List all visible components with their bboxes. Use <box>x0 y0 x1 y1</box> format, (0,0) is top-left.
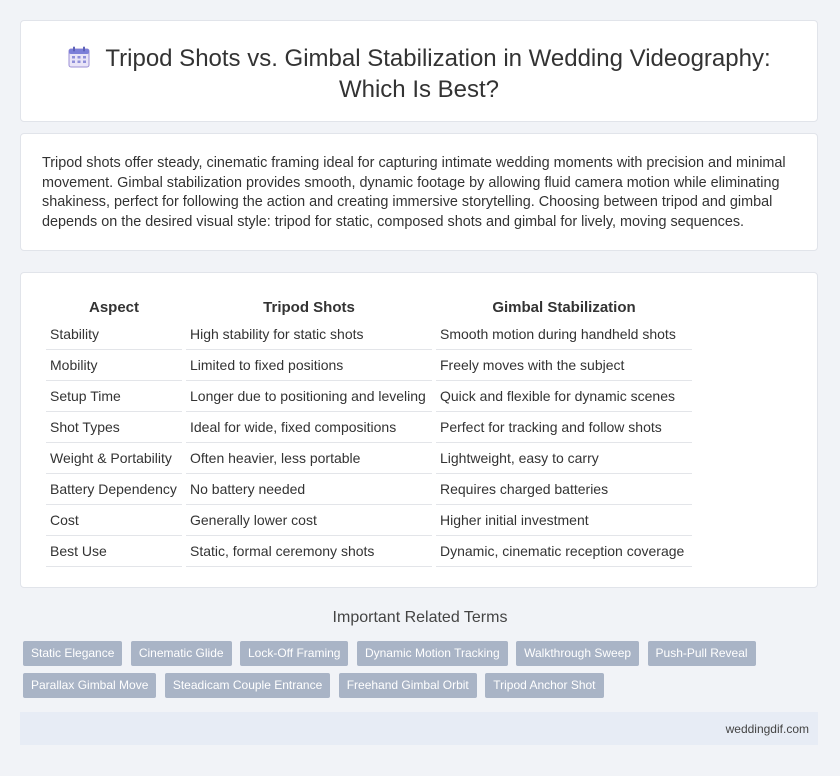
cell-gimbal: Freely moves with the subject <box>436 350 692 381</box>
tag-tripod-anchor-shot[interactable]: Tripod Anchor Shot <box>485 673 604 698</box>
cell-gimbal: Perfect for tracking and follow shots <box>436 412 692 443</box>
cell-gimbal: Quick and flexible for dynamic scenes <box>436 381 692 412</box>
cell-gimbal: Smooth motion during handheld shots <box>436 319 692 350</box>
intro-text: Tripod shots offer steady, cinematic fra… <box>42 155 786 230</box>
cell-gimbal: Dynamic, cinematic reception coverage <box>436 536 692 567</box>
tag-walkthrough-sweep[interactable]: Walkthrough Sweep <box>516 641 640 666</box>
table-row: Weight & Portability Often heavier, less… <box>46 443 692 474</box>
related-terms-title: Important Related Terms <box>332 609 508 626</box>
tag-dynamic-motion-tracking[interactable]: Dynamic Motion Tracking <box>356 641 508 666</box>
cell-aspect: Setup Time <box>46 381 182 412</box>
cell-aspect: Stability <box>46 319 182 350</box>
tag-push-pull-reveal[interactable]: Push-Pull Reveal <box>647 641 756 666</box>
cell-tripod: Ideal for wide, fixed compositions <box>186 412 432 443</box>
table-row: Cost Generally lower cost Higher initial… <box>46 505 692 536</box>
cell-aspect: Mobility <box>46 350 182 381</box>
intro-card: Tripod shots offer steady, cinematic fra… <box>20 133 818 251</box>
header-tripod: Tripod Shots <box>263 298 355 316</box>
cell-tripod: Longer due to positioning and leveling <box>186 381 432 412</box>
cell-gimbal: Higher initial investment <box>436 505 692 536</box>
tag-freehand-gimbal-orbit[interactable]: Freehand Gimbal Orbit <box>338 673 477 698</box>
cell-tripod: High stability for static shots <box>186 319 432 350</box>
table-row: Stability High stability for static shot… <box>46 319 692 350</box>
title-line-2: Which Is Best? <box>338 76 500 103</box>
related-terms-list: Static Elegance Cinematic Glide Lock-Off… <box>23 641 803 705</box>
cell-tripod: Often heavier, less portable <box>186 443 432 474</box>
cell-aspect: Best Use <box>46 536 182 567</box>
page-title: Tripod Shots vs. Gimbal Stabilization in… <box>21 43 817 105</box>
tag-static-elegance[interactable]: Static Elegance <box>23 641 123 666</box>
footer: weddingdif.com <box>20 712 818 745</box>
comparison-table: Aspect Tripod Shots Gimbal Stabilization… <box>42 295 696 567</box>
comparison-card: Aspect Tripod Shots Gimbal Stabilization… <box>20 272 818 588</box>
calendar-icon <box>68 46 90 68</box>
header-aspect: Aspect <box>88 298 140 316</box>
table-row: Setup Time Longer due to positioning and… <box>46 381 692 412</box>
cell-aspect: Cost <box>46 505 182 536</box>
header-card: Tripod Shots vs. Gimbal Stabilization in… <box>20 20 818 122</box>
cell-tripod: Generally lower cost <box>186 505 432 536</box>
table-row: Battery Dependency No battery needed Req… <box>46 474 692 505</box>
cell-tripod: Static, formal ceremony shots <box>186 536 432 567</box>
cell-tripod: Limited to fixed positions <box>186 350 432 381</box>
table-header-row: Aspect Tripod Shots Gimbal Stabilization <box>46 295 692 319</box>
tag-steadicam-couple-entrance[interactable]: Steadicam Couple Entrance <box>164 673 331 698</box>
title-line-1: Tripod Shots vs. Gimbal Stabilization in… <box>105 45 771 72</box>
table-row: Mobility Limited to fixed positions Free… <box>46 350 692 381</box>
table-row: Best Use Static, formal ceremony shots D… <box>46 536 692 567</box>
header-gimbal: Gimbal Stabilization <box>492 298 636 316</box>
cell-gimbal: Lightweight, easy to carry <box>436 443 692 474</box>
cell-gimbal: Requires charged batteries <box>436 474 692 505</box>
tag-lock-off-framing[interactable]: Lock-Off Framing <box>240 641 349 666</box>
tag-parallax-gimbal-move[interactable]: Parallax Gimbal Move <box>23 673 157 698</box>
footer-site-link[interactable]: weddingdif.com <box>726 722 809 736</box>
cell-aspect: Shot Types <box>46 412 182 443</box>
tag-cinematic-glide[interactable]: Cinematic Glide <box>130 641 232 666</box>
cell-tripod: No battery needed <box>186 474 432 505</box>
cell-aspect: Weight & Portability <box>46 443 182 474</box>
cell-aspect: Battery Dependency <box>46 474 182 505</box>
table-row: Shot Types Ideal for wide, fixed composi… <box>46 412 692 443</box>
